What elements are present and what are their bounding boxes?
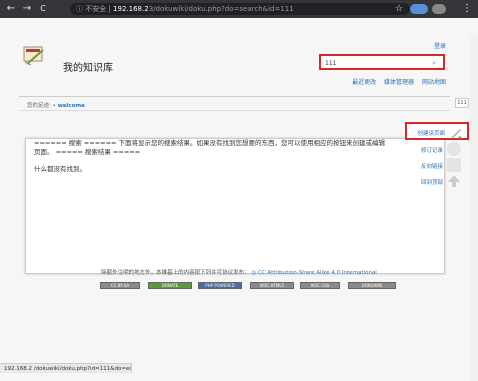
link-icon	[447, 158, 461, 172]
address-bar[interactable]: ⓘ 不安全 | 192.168.23/dokuwiki/doku.php?do=…	[70, 3, 410, 15]
pencil-icon	[451, 129, 462, 140]
badge-php[interactable]: PHP POWERED	[198, 282, 242, 289]
url-path: 3/dokuwiki/doku.php?do=search&id=111	[148, 5, 294, 13]
back-to-top-label: 回到顶部	[420, 180, 443, 186]
scrollbar[interactable]	[470, 36, 478, 381]
create-page-label: 创建该页面	[417, 131, 445, 137]
breadcrumb-link-welcome[interactable]: welcome	[58, 103, 85, 109]
breadcrumb-divider	[19, 110, 450, 111]
breadcrumb-label: 您的足迹:	[27, 103, 51, 109]
revisions-button[interactable]: 修订记录	[405, 142, 465, 156]
revisions-label: 修订记录	[420, 148, 443, 154]
content-line-2: 页面。 ===== 搜索结果 =====	[34, 148, 141, 156]
login-link[interactable]: 登录	[434, 41, 446, 50]
content-line-1: ====== 搜索 ====== 下面将显示您的搜索结果。如果没有找到您想要的东…	[34, 139, 386, 147]
footer: 除额外注明的地方外，本维基上的内容按下列许可协议发布： ◎ CC Attribu…	[0, 268, 478, 276]
breadcrumb: 您的足迹: • welcome	[27, 101, 85, 109]
not-secure-label: ⓘ 不安全 |	[76, 5, 114, 13]
status-bar: 192.168.2 /dokuwiki/doku.php?id=111&do=e…	[0, 363, 132, 373]
menu-icon[interactable]: ⋮	[460, 2, 474, 16]
arrow-up-icon	[448, 175, 460, 187]
profile-icon[interactable]	[432, 4, 446, 14]
badge-css[interactable]: W3C CSS	[300, 282, 340, 289]
recent-changes-link[interactable]: 最近更改	[352, 79, 376, 86]
reload-button[interactable]: C	[36, 2, 50, 16]
page-id-badge: 111	[455, 98, 469, 108]
page-tools: 创建该页面 修订记录 反向链接 回到顶部	[405, 122, 470, 192]
badge-dokuwiki[interactable]: DOKUWIKI	[348, 282, 396, 289]
page-content: ====== 搜索 ====== 下面将显示您的搜索结果。如果没有找到您想要的东…	[25, 138, 445, 274]
badge-donate[interactable]: DONATE	[148, 282, 192, 289]
footer-text: 除额外注明的地方外，本维基上的内容按下列许可协议发布：	[101, 270, 250, 276]
url-host: 192.168.2	[113, 5, 149, 13]
badge-cc[interactable]: CC BY-SA	[100, 282, 140, 289]
page: 我的知识库 登录 ⌕ 最近更改 媒体管理器 网站地图 您的足迹: • welco…	[0, 18, 478, 381]
back-button[interactable]: ←	[4, 2, 18, 16]
breadcrumb-bullet: •	[52, 103, 56, 109]
backlinks-label: 反向链接	[420, 164, 443, 170]
back-to-top-button[interactable]: 回到顶部	[405, 174, 465, 188]
create-page-button[interactable]: 创建该页面	[405, 122, 469, 140]
search-icon[interactable]: ⌕	[429, 58, 439, 68]
browser-toolbar: ← → C ⓘ 不安全 | 192.168.23/dokuwiki/doku.p…	[0, 0, 478, 18]
media-manager-link[interactable]: 媒体管理器	[384, 79, 414, 86]
badge-html5[interactable]: W3C HTML5	[250, 282, 294, 289]
header-divider	[19, 96, 450, 97]
sitemap-link[interactable]: 网站地图	[422, 79, 446, 86]
backlinks-button[interactable]: 反向链接	[405, 158, 465, 172]
search-box: ⌕	[319, 54, 445, 70]
license-link[interactable]: CC Attribution-Share Alike 4.0 Internati…	[258, 270, 377, 276]
site-title[interactable]: 我的知识库	[63, 59, 113, 74]
forward-button[interactable]: →	[20, 2, 34, 16]
site-tools: 最近更改 媒体管理器 网站地图	[346, 77, 446, 86]
search-input[interactable]	[325, 59, 425, 68]
extension-icon[interactable]	[410, 4, 428, 14]
login-label: 登录	[433, 43, 446, 50]
content-line-3: 什么都没有找到。	[34, 165, 86, 173]
dokuwiki-logo[interactable]	[23, 44, 47, 66]
cc-icon: ◎	[251, 270, 257, 276]
clock-icon	[447, 142, 461, 156]
bookmark-star-icon[interactable]: ☆	[392, 2, 406, 16]
